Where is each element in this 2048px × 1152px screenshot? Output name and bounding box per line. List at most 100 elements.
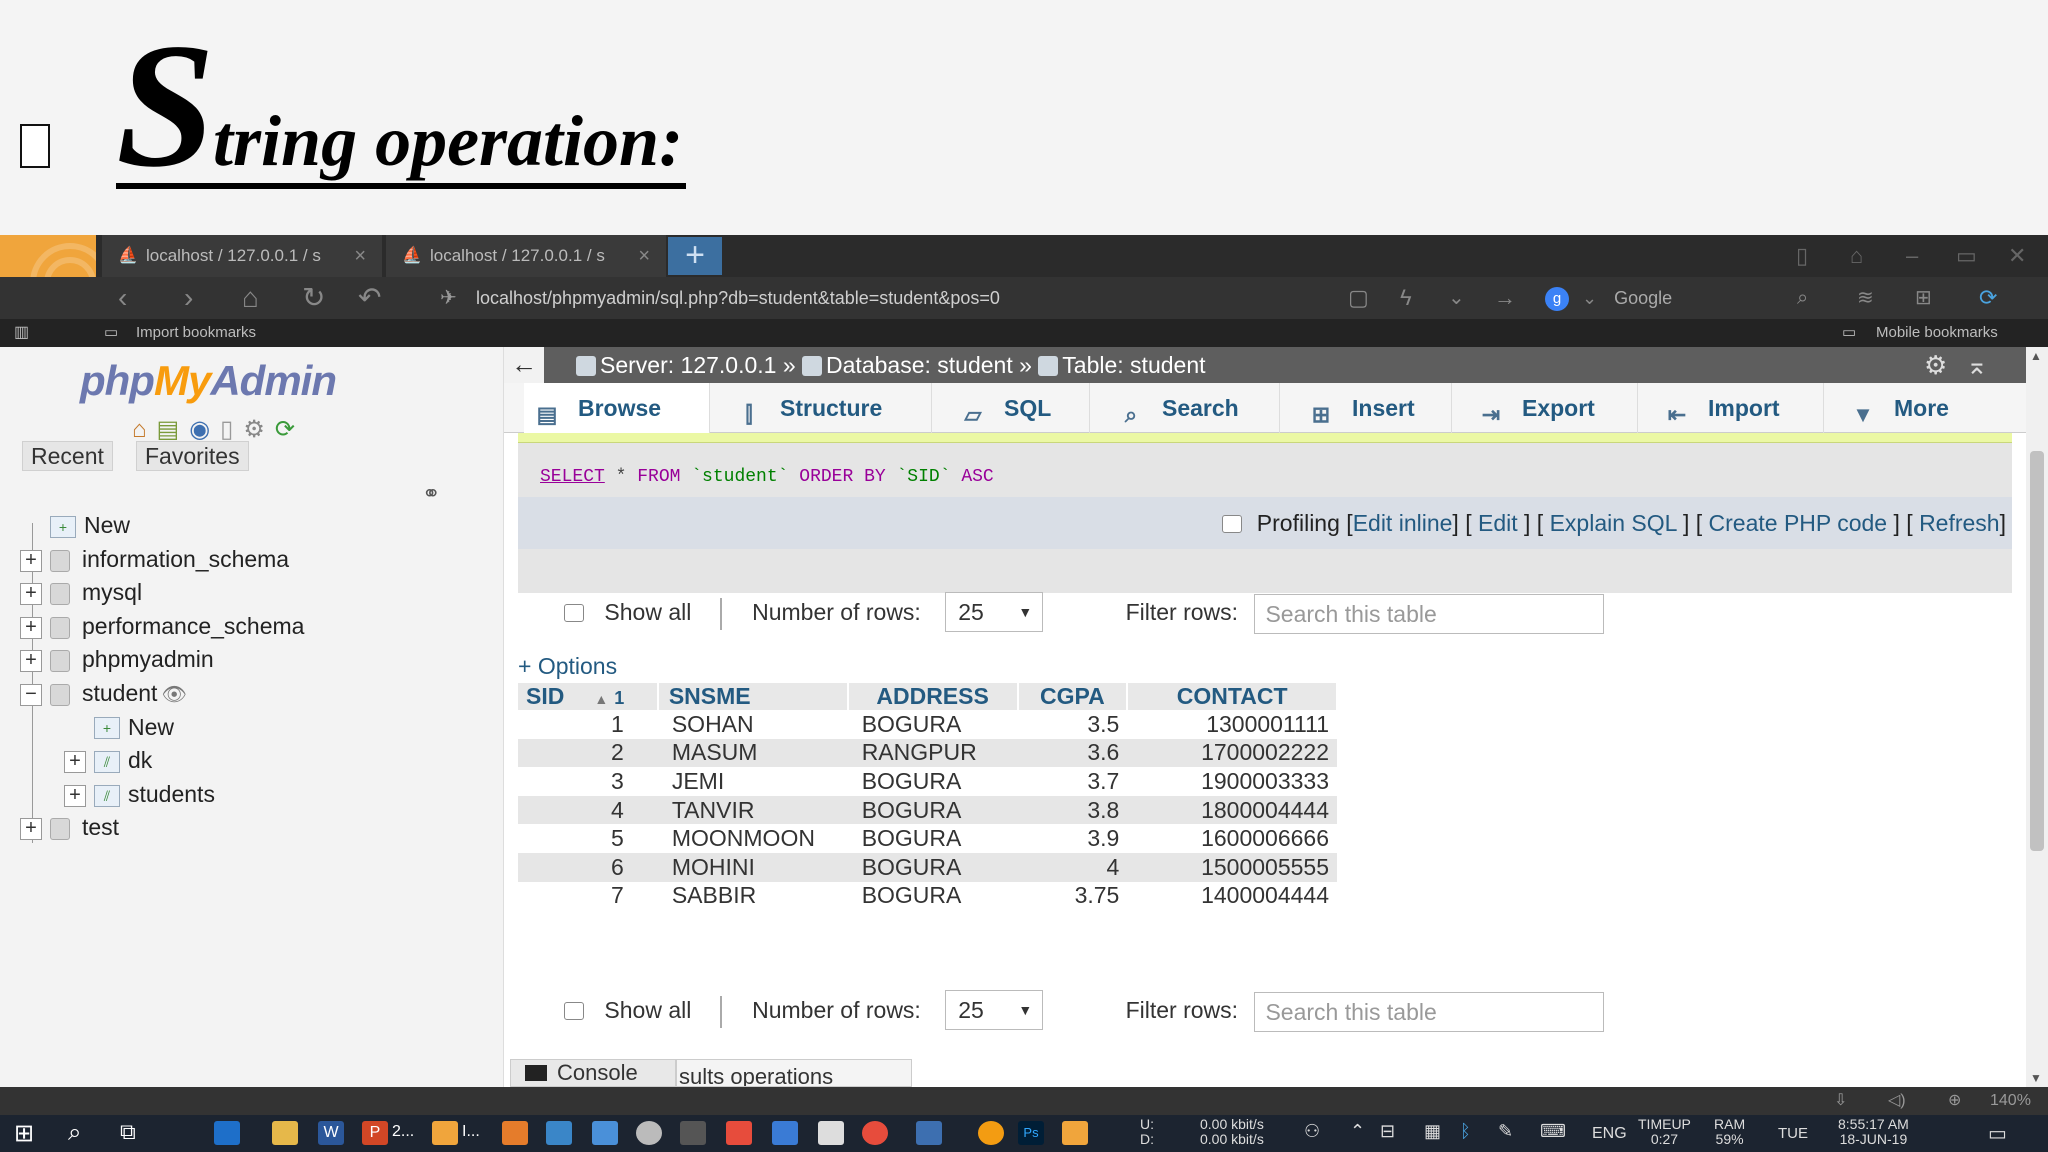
close-tab-icon[interactable]: × xyxy=(354,235,366,277)
chevron-up-icon[interactable]: ⌃ xyxy=(1350,1121,1365,1142)
tree-item-label[interactable]: performance_schema xyxy=(82,613,304,639)
table-cell-sid[interactable]: 2 xyxy=(518,738,658,768)
rows-select[interactable]: 25 ▼ xyxy=(945,990,1044,1030)
powerpoint-label[interactable]: 2... xyxy=(392,1123,414,1141)
tree-item[interactable]: + test xyxy=(20,811,500,845)
table-cell-cgpa[interactable]: 3.75 xyxy=(1017,881,1128,911)
tab-insert[interactable]: ⊞ Insert xyxy=(1280,383,1452,433)
table-cell-cgpa[interactable]: 3.8 xyxy=(1017,795,1128,825)
notification-icon[interactable]: ▭ xyxy=(1988,1121,2007,1146)
app-icon[interactable] xyxy=(978,1121,1004,1145)
expand-icon[interactable]: + xyxy=(64,751,86,774)
tab-search[interactable]: ⌕ Search xyxy=(1090,383,1280,433)
gear-icon[interactable]: ⚙ xyxy=(243,416,275,443)
gear-icon[interactable]: ⚙ xyxy=(1924,347,1947,383)
browser-tab-1[interactable]: ⛵ localhost / 127.0.0.1 / s × xyxy=(102,235,382,277)
tree-item[interactable]: + mysql xyxy=(20,576,500,610)
new-tab-button[interactable]: + xyxy=(668,237,722,275)
column-header-contact[interactable]: CONTACT xyxy=(1127,683,1338,710)
lightning-icon[interactable]: ϟ xyxy=(1400,283,1412,313)
table-cell-sid[interactable]: 1 xyxy=(518,710,658,739)
pma-logo[interactable]: phpMyAdmin xyxy=(80,357,337,405)
create-php-link[interactable]: Create PHP code xyxy=(1709,510,1888,536)
table-cell-contact[interactable]: 1800004444 xyxy=(1127,795,1337,825)
expand-icon[interactable]: + xyxy=(20,818,42,841)
desktop-app-icon[interactable] xyxy=(214,1121,240,1145)
skin-icon[interactable]: ⌂ xyxy=(1850,243,1863,269)
close-window-icon[interactable]: ✕ xyxy=(2008,243,2026,269)
table-row[interactable]: 7 SABBIR BOGURA 3.75 1400004444 xyxy=(518,881,1337,911)
table-cell-cgpa[interactable]: 4 xyxy=(1017,852,1128,882)
table-cell-address[interactable]: BOGURA xyxy=(847,881,1018,911)
docs-icon[interactable]: ▯ xyxy=(220,416,243,443)
table-cell-cgpa[interactable]: 3.6 xyxy=(1017,738,1128,768)
table-cell-snsme[interactable]: MASUM xyxy=(657,738,848,768)
column-header-cgpa[interactable]: CGPA xyxy=(1017,683,1129,710)
query-results-operations[interactable]: sults operations xyxy=(676,1059,912,1087)
column-header-address[interactable]: ADDRESS xyxy=(847,683,1019,710)
tree-item-label[interactable]: New xyxy=(84,512,130,538)
profiling-checkbox[interactable] xyxy=(1222,515,1243,533)
sql-keyword[interactable]: SELECT xyxy=(540,467,605,487)
table-cell-contact[interactable]: 1500005555 xyxy=(1127,852,1337,882)
tree-item-label[interactable]: phpmyadmin xyxy=(82,646,214,672)
tree-item[interactable]: + New xyxy=(20,509,500,543)
table-cell-cgpa[interactable]: 3.9 xyxy=(1017,824,1128,853)
volume-icon[interactable]: ◁) xyxy=(1888,1087,1906,1115)
tree-item-label[interactable]: student xyxy=(82,680,157,706)
minimize-icon[interactable]: – xyxy=(1906,243,1918,269)
table-cell-cgpa[interactable]: 3.7 xyxy=(1017,767,1128,796)
paint-icon[interactable] xyxy=(272,1121,298,1145)
mobile-bookmarks-link[interactable]: Mobile bookmarks xyxy=(1876,319,1998,347)
console-tab[interactable]: Console xyxy=(510,1059,676,1087)
back-icon[interactable]: ‹ xyxy=(118,283,127,313)
windows-start-icon[interactable]: ⊞ xyxy=(14,1119,34,1148)
reload-icon[interactable]: ⟳ xyxy=(275,416,305,443)
language-indicator[interactable]: ENG xyxy=(1592,1125,1627,1143)
app-icon[interactable] xyxy=(726,1121,752,1145)
app-icon[interactable] xyxy=(1062,1121,1088,1145)
sync-icon[interactable]: ⟳ xyxy=(1979,281,1997,315)
table-cell-cgpa[interactable]: 3.5 xyxy=(1017,710,1128,739)
book-icon[interactable]: ▥ xyxy=(14,319,29,347)
expand-icon[interactable]: + xyxy=(20,583,42,606)
reload-icon[interactable]: ↻ xyxy=(302,283,325,313)
tab-import[interactable]: ⇤ Import xyxy=(1638,383,1824,433)
undo-icon[interactable]: ↶ xyxy=(358,283,381,313)
sidebar-toggle-icon[interactable]: ▯ xyxy=(1796,243,1808,269)
bluetooth-icon[interactable]: ᛒ xyxy=(1460,1121,1471,1142)
table-cell-snsme[interactable]: JEMI xyxy=(657,767,848,796)
task-view-icon[interactable]: ⧉ xyxy=(120,1119,136,1145)
calculator-icon[interactable] xyxy=(818,1121,844,1145)
people-icon[interactable]: ⚇ xyxy=(1304,1121,1320,1142)
address-bar[interactable]: ✈ localhost/phpmyadmin/sql.php?db=studen… xyxy=(430,281,1330,315)
cmd-icon[interactable] xyxy=(680,1121,706,1145)
pen-icon[interactable]: ✎ xyxy=(1498,1121,1513,1142)
browser-app-icon[interactable] xyxy=(432,1121,458,1145)
wifi-icon[interactable]: ≋ xyxy=(1857,281,1874,315)
recent-tab[interactable]: Recent xyxy=(22,441,113,471)
tree-item-label[interactable]: test xyxy=(82,814,119,840)
table-cell-address[interactable]: BOGURA xyxy=(847,795,1018,825)
app-icon[interactable] xyxy=(592,1121,618,1145)
keyboard-icon[interactable]: ⌨ xyxy=(1540,1121,1566,1142)
tree-item-label[interactable]: mysql xyxy=(82,579,142,605)
eye-icon[interactable]: 👁 xyxy=(161,684,186,706)
zoom-level[interactable]: 140% xyxy=(1990,1087,2031,1115)
app-icon[interactable] xyxy=(772,1121,798,1145)
tray-app-icon[interactable]: ▦ xyxy=(1424,1121,1441,1142)
powerpoint-icon[interactable]: P xyxy=(362,1121,388,1145)
show-all-checkbox[interactable] xyxy=(564,604,584,622)
filter-input[interactable]: Search this table xyxy=(1254,991,1605,1032)
tree-item[interactable]: − student 👁 xyxy=(20,677,500,711)
tree-item[interactable]: + phpmyadmin xyxy=(20,643,500,677)
tree-item[interactable]: + information_schema xyxy=(20,543,500,577)
home-icon[interactable]: ⌂ xyxy=(132,416,157,443)
tree-item[interactable]: + New xyxy=(20,711,500,745)
collapse-nav-icon[interactable]: ← xyxy=(504,347,544,383)
app-icon[interactable] xyxy=(546,1121,572,1145)
app-icon[interactable] xyxy=(916,1121,942,1145)
tree-item-label[interactable]: New xyxy=(128,714,174,740)
page-scrollbar[interactable]: ▲ ▼ xyxy=(2026,347,2048,1087)
help-icon[interactable]: ◉ xyxy=(189,416,220,443)
